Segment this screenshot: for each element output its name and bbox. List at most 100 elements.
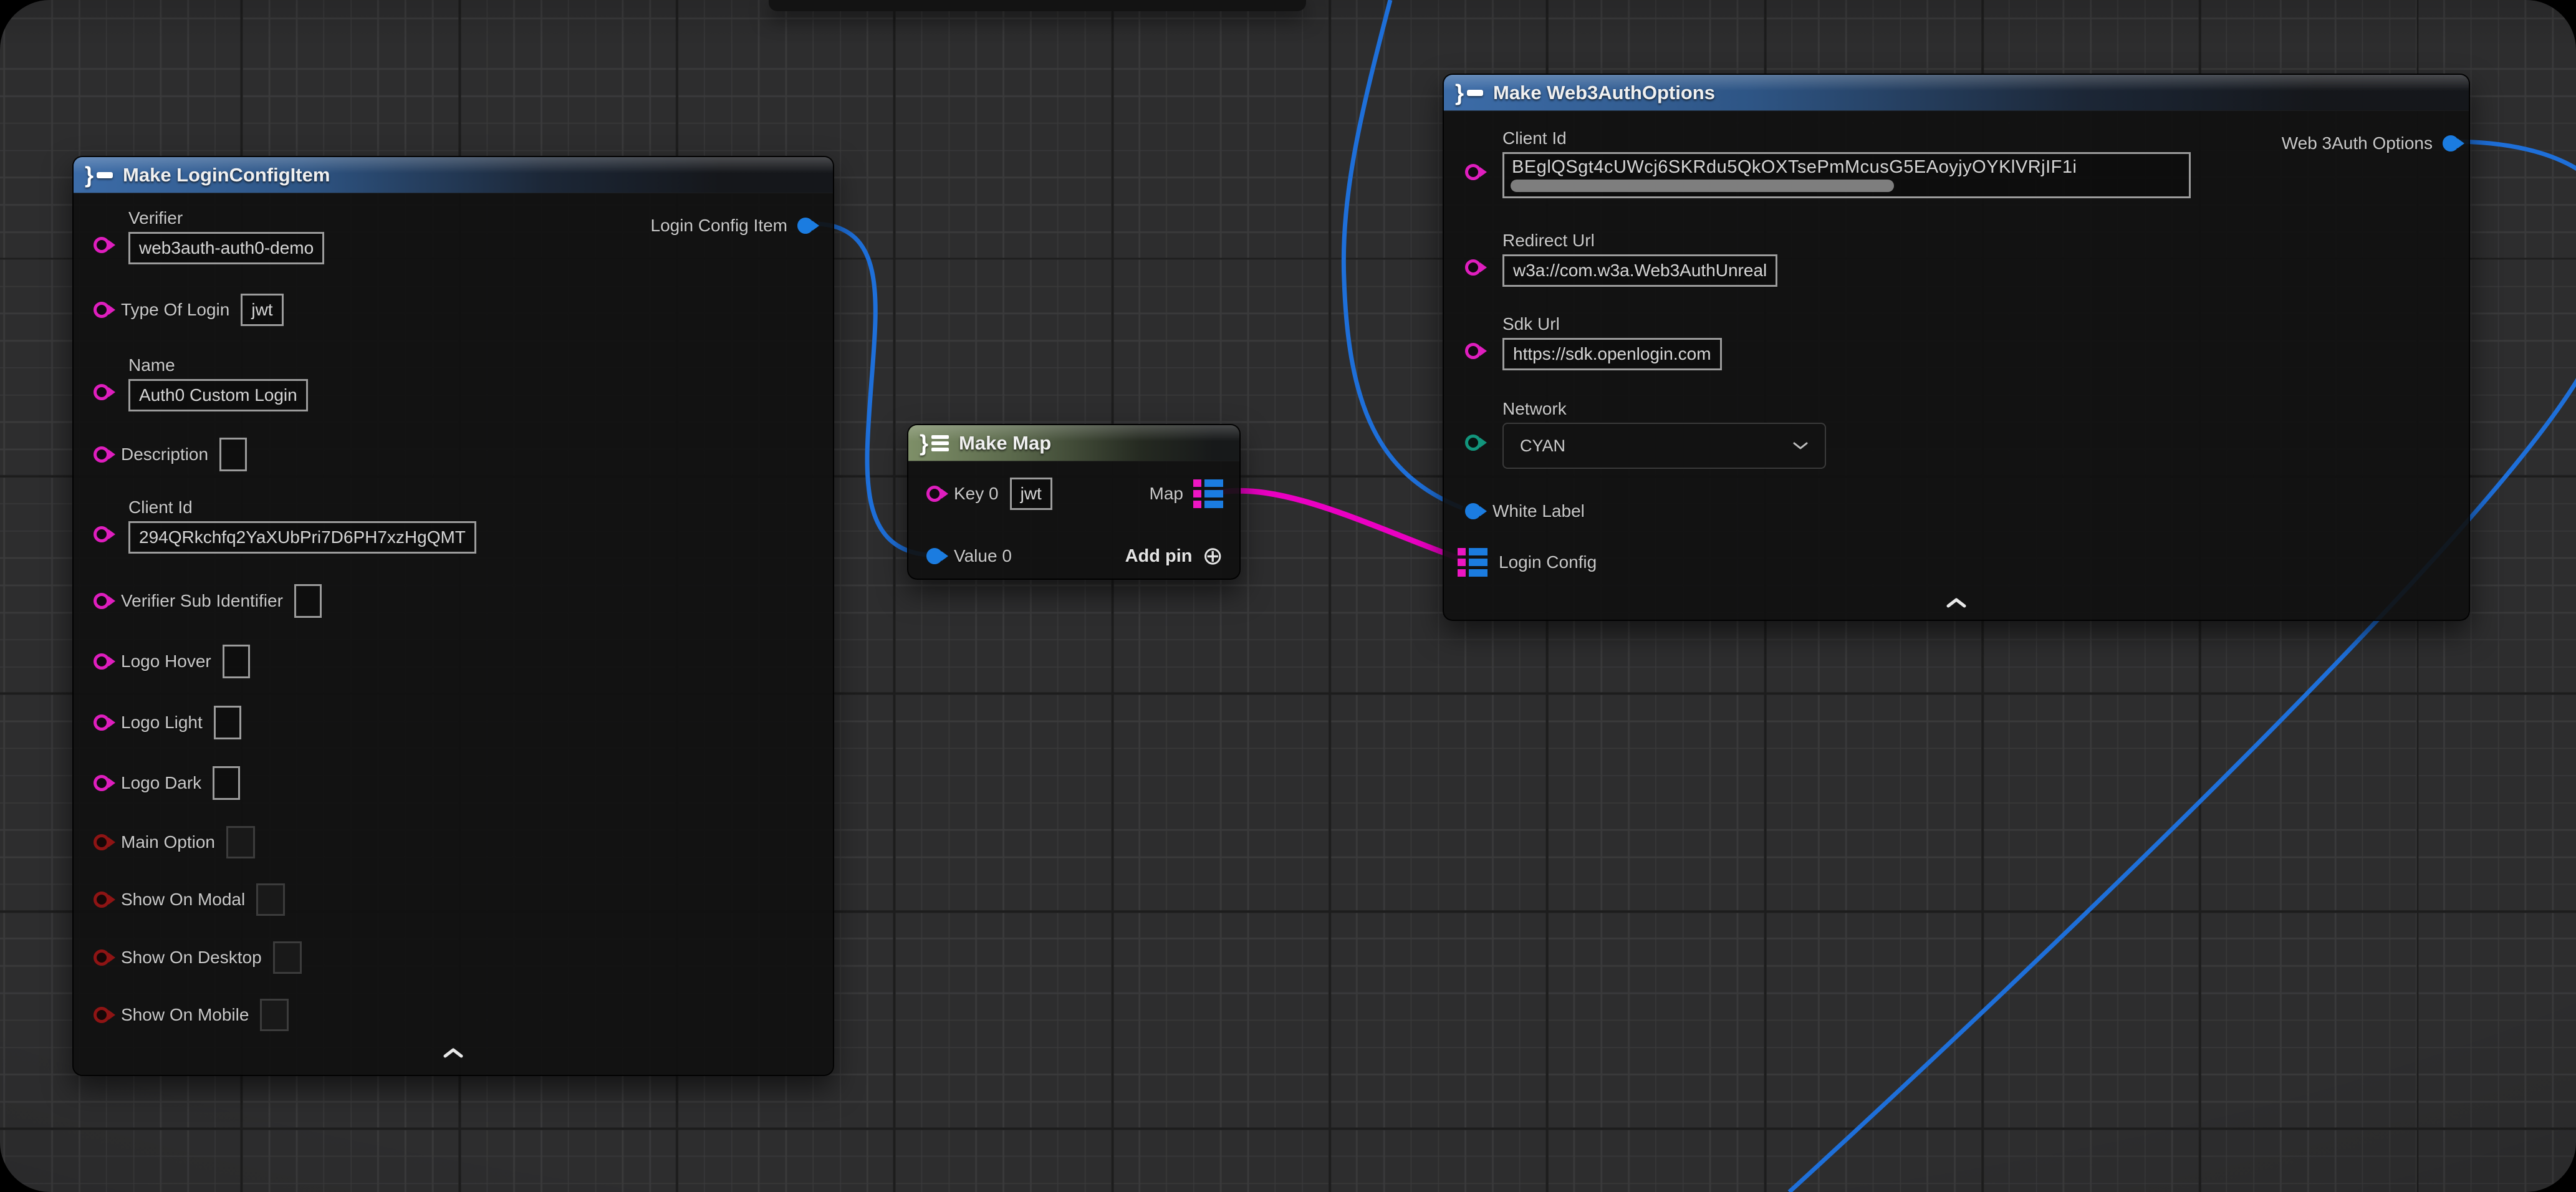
verifier-sub-identifier-label: Verifier Sub Identifier bbox=[121, 591, 283, 611]
logo-dark-input[interactable] bbox=[213, 766, 240, 800]
type-of-login-row: Type Of Login jwt bbox=[74, 292, 833, 327]
show-on-desktop-row: Show On Desktop bbox=[74, 940, 833, 975]
pin-logo-dark[interactable] bbox=[94, 775, 110, 791]
collapse-chevron-icon[interactable] bbox=[74, 1047, 833, 1059]
logo-light-input[interactable] bbox=[214, 706, 241, 739]
main-option-checkbox[interactable] bbox=[226, 826, 255, 858]
pin-client-id[interactable] bbox=[94, 526, 110, 542]
redirect-url-input[interactable]: w3a://com.w3a.Web3AuthUnreal bbox=[1502, 254, 1777, 287]
pin-map-output[interactable] bbox=[1193, 479, 1223, 508]
node-make-map[interactable]: } Make Map Key 0 jwt Map Value 0 Add pin… bbox=[907, 424, 1241, 580]
node-make-loginconfigitem[interactable]: } Make LoginConfigItem Login Config Item… bbox=[72, 156, 834, 1076]
client-id-input[interactable]: BEglQSgt4cUWcj6SKRdu5QkOXTsePmMcusG5EAoy… bbox=[1502, 152, 2191, 198]
network-label: Network bbox=[1502, 399, 1826, 419]
sdk-url-input[interactable]: https://sdk.openlogin.com bbox=[1502, 338, 1722, 370]
redirect-url-row: Redirect Url w3a://com.w3a.Web3AuthUnrea… bbox=[1502, 231, 1777, 287]
network-dropdown[interactable]: CYAN bbox=[1502, 423, 1826, 469]
type-of-login-input[interactable]: jwt bbox=[241, 294, 283, 326]
pin-redirect-url[interactable] bbox=[1465, 259, 1481, 276]
sdk-url-label: Sdk Url bbox=[1502, 314, 1722, 334]
pin-logo-hover[interactable] bbox=[94, 653, 110, 670]
pin-main-option[interactable] bbox=[94, 834, 110, 850]
add-pin-label: Add pin bbox=[1125, 546, 1193, 567]
node-make-web3authoptions[interactable]: } Make Web3AuthOptions Web 3Auth Options… bbox=[1443, 74, 2470, 621]
pin-verifier-sub-identifier[interactable] bbox=[94, 593, 110, 609]
pin-client-id[interactable] bbox=[1465, 164, 1481, 180]
show-on-mobile-checkbox[interactable] bbox=[260, 999, 289, 1031]
node-header-make-loginconfigitem[interactable]: } Make LoginConfigItem bbox=[74, 157, 833, 193]
client-id-row: Client Id BEglQSgt4cUWcj6SKRdu5QkOXTsePm… bbox=[1502, 128, 2191, 198]
show-on-desktop-label: Show On Desktop bbox=[121, 948, 262, 968]
white-label-label: White Label bbox=[1492, 501, 1585, 521]
make-struct-icon: } bbox=[1455, 82, 1483, 104]
pin-sdk-url[interactable] bbox=[1465, 343, 1481, 359]
offscreen-node-bottom-edge[interactable] bbox=[769, 0, 1306, 11]
network-row: Network CYAN bbox=[1502, 399, 1826, 469]
description-row: Description bbox=[74, 437, 833, 472]
node-header-make-map[interactable]: } Make Map bbox=[908, 425, 1239, 461]
name-row: Name Auth0 Custom Login bbox=[128, 355, 308, 411]
pin-network[interactable] bbox=[1465, 435, 1481, 451]
login-config-label: Login Config bbox=[1499, 552, 1597, 572]
login-config-row: Login Config bbox=[1444, 545, 2469, 580]
pin-description[interactable] bbox=[94, 446, 110, 463]
name-input[interactable]: Auth0 Custom Login bbox=[128, 379, 308, 411]
redirect-url-label: Redirect Url bbox=[1502, 231, 1777, 251]
output-pin-label: Login Config Item bbox=[651, 216, 787, 236]
pin-login-config[interactable] bbox=[1458, 548, 1487, 577]
client-id-label: Client Id bbox=[1502, 128, 2191, 148]
client-id-text: BEglQSgt4cUWcj6SKRdu5QkOXTsePmMcusG5EAoy… bbox=[1512, 157, 2077, 177]
verifier-sub-identifier-input[interactable] bbox=[294, 584, 322, 618]
pin-verifier[interactable] bbox=[94, 237, 110, 253]
wire-map-to-loginconfig[interactable] bbox=[1217, 491, 1461, 559]
blueprint-graph-canvas[interactable]: } Make LoginConfigItem Login Config Item… bbox=[0, 0, 2576, 1192]
client-id-hscrollbar[interactable] bbox=[1511, 180, 1894, 192]
logo-light-label: Logo Light bbox=[121, 713, 203, 733]
verifier-sub-identifier-row: Verifier Sub Identifier bbox=[74, 584, 833, 618]
verifier-label: Verifier bbox=[128, 208, 324, 228]
logo-dark-label: Logo Dark bbox=[121, 773, 201, 793]
show-on-modal-row: Show On Modal bbox=[74, 882, 833, 917]
pin-type-of-login[interactable] bbox=[94, 302, 110, 318]
pin-show-on-modal[interactable] bbox=[94, 892, 110, 908]
verifier-input[interactable]: web3auth-auth0-demo bbox=[128, 232, 324, 264]
collapse-chevron-icon[interactable] bbox=[1444, 597, 2469, 608]
pin-show-on-desktop[interactable] bbox=[94, 949, 110, 966]
make-struct-icon: } bbox=[85, 164, 113, 186]
pin-name[interactable] bbox=[94, 384, 110, 400]
show-on-modal-label: Show On Modal bbox=[121, 890, 245, 910]
description-input[interactable] bbox=[219, 438, 247, 471]
verifier-row: Verifier web3auth-auth0-demo bbox=[128, 208, 324, 264]
white-label-row: White Label bbox=[1444, 494, 2469, 529]
logo-hover-label: Logo Hover bbox=[121, 651, 211, 671]
main-option-row: Main Option bbox=[74, 825, 833, 860]
show-on-modal-checkbox[interactable] bbox=[256, 883, 285, 916]
client-id-label: Client Id bbox=[128, 497, 476, 517]
output-pin-label: Web 3Auth Options bbox=[2282, 133, 2433, 153]
client-id-input[interactable]: 294QRkchfq2YaXUbPri7D6PH7xzHgQMT bbox=[128, 521, 476, 554]
node-title: Make LoginConfigItem bbox=[123, 164, 330, 186]
show-on-desktop-checkbox[interactable] bbox=[273, 941, 302, 974]
network-selected-value: CYAN bbox=[1520, 436, 1565, 456]
pin-show-on-mobile[interactable] bbox=[94, 1007, 110, 1023]
add-pin-icon[interactable]: ⊕ bbox=[1202, 544, 1223, 569]
node-title: Make Web3AuthOptions bbox=[1493, 82, 1715, 104]
type-of-login-label: Type Of Login bbox=[121, 300, 229, 320]
name-label: Name bbox=[128, 355, 308, 375]
show-on-mobile-label: Show On Mobile bbox=[121, 1005, 249, 1025]
client-id-row: Client Id 294QRkchfq2YaXUbPri7D6PH7xzHgQ… bbox=[128, 497, 476, 554]
make-map-icon: } bbox=[920, 432, 949, 454]
pin-white-label[interactable] bbox=[1465, 503, 1481, 519]
pin-login-config-item-output[interactable] bbox=[797, 218, 814, 234]
dropdown-chevron-icon bbox=[1792, 441, 1809, 450]
logo-light-row: Logo Light bbox=[74, 705, 833, 740]
node-header-make-web3authoptions[interactable]: } Make Web3AuthOptions bbox=[1444, 75, 2469, 111]
logo-hover-row: Logo Hover bbox=[74, 644, 833, 679]
map-output-label: Map bbox=[1150, 484, 1183, 504]
main-option-label: Main Option bbox=[121, 832, 215, 852]
description-label: Description bbox=[121, 445, 208, 464]
logo-hover-input[interactable] bbox=[223, 645, 250, 678]
show-on-mobile-row: Show On Mobile bbox=[74, 997, 833, 1032]
pin-web3auth-options-output[interactable] bbox=[2443, 135, 2459, 151]
pin-logo-light[interactable] bbox=[94, 714, 110, 731]
